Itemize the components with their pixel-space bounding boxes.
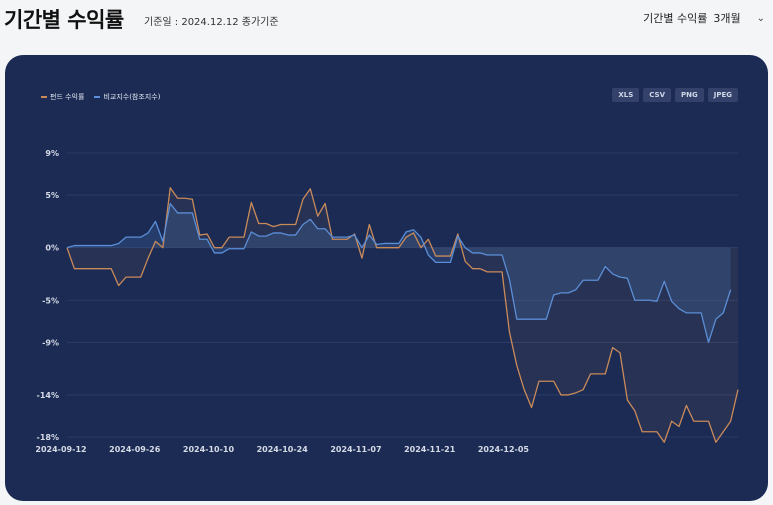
y-tick-label: -14% — [37, 391, 59, 400]
legend-label-fund: 펀드 수익률 — [50, 93, 85, 101]
y-tick-label: -9% — [42, 338, 59, 347]
page-title: 기간별 수익률 — [4, 8, 124, 32]
x-tick-label: 2024-09-12 — [35, 445, 86, 454]
base-date-label: 기준일 : 2024.12.12 종가기준 — [144, 17, 279, 28]
x-tick-label: 2024-10-10 — [183, 445, 235, 454]
line-chart: 9% 5% 0% -5% -9% -14% -18% 2024-09-12 2024-09-26… — [35, 149, 739, 454]
period-selector-value: 3개월 — [713, 12, 741, 25]
x-tick-label: 2024-10-24 — [257, 445, 309, 454]
y-tick-label: 9% — [45, 149, 59, 158]
export-xls-button[interactable]: XLS — [612, 88, 640, 102]
x-tick-label: 2024-11-07 — [330, 445, 381, 454]
x-tick-label: 2024-11-21 — [404, 445, 456, 454]
y-tick-label: 0% — [45, 244, 59, 253]
chevron-down-icon[interactable]: ⌄ — [757, 13, 765, 24]
legend-swatch-fund — [41, 96, 47, 98]
page-header: 기간별 수익률 기준일 : 2024.12.12 종가기준 기간별 수익률 3개… — [0, 0, 773, 40]
legend-label-benchmark: 비교지수(참조지수) — [103, 93, 161, 101]
y-tick-label: -5% — [42, 296, 59, 305]
x-tick-label: 2024-12-05 — [478, 445, 530, 454]
y-tick-label: 5% — [45, 191, 59, 200]
export-csv-button[interactable]: CSV — [643, 88, 671, 102]
legend-item-fund[interactable]: 펀드 수익률 — [41, 92, 84, 102]
period-selector-label: 기간별 수익률 — [643, 12, 708, 25]
export-jpeg-button[interactable]: JPEG — [707, 88, 738, 102]
legend-swatch-benchmark — [94, 96, 101, 98]
period-selector[interactable]: 기간별 수익률 3개월 ⌄ — [643, 10, 765, 26]
y-tick-label: -18% — [37, 433, 59, 442]
legend-item-benchmark[interactable]: 비교지수(참조지수) — [94, 92, 160, 102]
export-buttons: XLS CSV PNG JPEG — [612, 88, 738, 102]
export-png-button[interactable]: PNG — [675, 88, 704, 102]
chart-panel: 9% 5% 0% -5% -9% -14% -18% 2024-09-12 2024-09-26… — [5, 55, 768, 501]
x-tick-label: 2024-09-26 — [109, 445, 161, 454]
chart-legend: 펀드 수익률 비교지수(참조지수) — [41, 92, 160, 102]
